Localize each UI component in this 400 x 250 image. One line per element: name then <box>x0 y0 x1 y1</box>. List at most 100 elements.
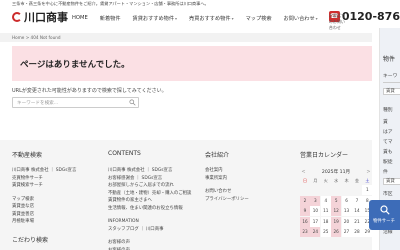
calendar-day-holiday: 23 <box>300 226 310 237</box>
calendar-heading: 営業日カレンダー <box>300 152 349 159</box>
footer-column-title: CONTENTS <box>108 150 141 157</box>
sidebar-label: 件 <box>383 170 388 175</box>
calendar-day-holiday: 16 <box>300 216 310 227</box>
calendar-day <box>342 185 352 195</box>
phone-sub-label: お電話でのお問い合わせ <box>328 13 345 30</box>
nav-item-1[interactable]: 新着物件 <box>94 15 127 22</box>
logo-mark-icon <box>12 12 22 22</box>
calendar-weekday: 日 <box>303 178 307 183</box>
phone-number: 0120-876 <box>341 10 400 23</box>
footer-link[interactable]: 賃貸検索サーチ <box>12 182 76 190</box>
breadcrumb: Home > 404 Not found <box>0 33 372 42</box>
footer-link[interactable]: 川口商事 株式会社 ｜ SDGs宣言 <box>108 167 191 175</box>
footer-link[interactable]: お客様の声 <box>108 247 191 250</box>
calendar-next-button[interactable]: > <box>365 169 372 175</box>
calendar-grid: 日月火水木金土 1 2 3 4 5 6 7 8 9 10 11 12 13 14 15 16 17 18 19 20 21… <box>300 177 373 237</box>
calendar-weekday: 木 <box>344 178 349 183</box>
sidebar-heading: 物件 <box>383 56 396 63</box>
footer-link[interactable]: 売買物件サーチ <box>12 175 76 183</box>
property-search-float-button[interactable]: 物件サーチ <box>369 200 400 230</box>
calendar-prev-button[interactable]: < <box>300 169 307 175</box>
sidebar-label: 種別 <box>383 108 393 113</box>
nav-item-2[interactable]: 賃貸おすすめ物件▾ <box>127 15 184 22</box>
footer-link[interactable]: 賃貸物件の家主さまへ <box>108 197 191 205</box>
calendar-day-holiday: 26 <box>331 226 342 237</box>
calendar-day: 27 <box>341 226 352 237</box>
main-nav: HOME 新着物件 賃貸おすすめ物件▾ 売買おすすめ物件▾ マップ検索 お問い合わせ▾ <box>66 15 324 22</box>
breadcrumb-text: Home > 404 Not found <box>12 35 61 40</box>
calendar-day <box>310 185 320 195</box>
calendar-day-holiday: 12 <box>331 206 342 217</box>
sidebar-select[interactable]: 賃貸 <box>383 178 400 185</box>
business-calendar: < 2025年 11月 > 日月火水木金土 1 2 3 4 5 6 7 8 9 10 11 12 13 14… <box>300 168 373 237</box>
magnifier-icon <box>379 205 390 215</box>
error-message: URLが変更された可能性がありますので検索で探してみてください。 <box>12 88 167 94</box>
page-title: ページはありませんでした。 <box>20 60 130 70</box>
footer-link[interactable]: スタッフブログ ｜ 川口商事 <box>108 226 191 234</box>
top-info-bar: 三条市・燕三条を中心に不動産物件をご紹介。賃貸アパート・マンション・店舗・事務所… <box>0 0 400 8</box>
footer-link[interactable]: 月極駐車場 <box>12 218 76 226</box>
calendar-weekday: 月 <box>313 178 318 183</box>
nav-item-4[interactable]: マップ検索 <box>240 15 278 22</box>
calendar-day: 13 <box>341 206 352 217</box>
calendar-day <box>300 185 310 195</box>
footer-link[interactable]: お客様感謝会 ｜ SDGs宣言 <box>108 175 191 183</box>
nav-item-label: 売買おすすめ物件 <box>189 16 231 22</box>
search-input[interactable]: キーワードを検索... <box>17 100 58 106</box>
sidebar-select[interactable]: 賃貸 <box>383 88 400 95</box>
sidebar-divider <box>383 82 400 83</box>
nav-item-3[interactable]: 売買おすすめ物件▾ <box>183 15 240 22</box>
footer-link[interactable]: 会社案内 <box>205 167 249 175</box>
calendar-day-holiday: 24 <box>310 226 321 237</box>
logo-text: 川口商事 <box>24 11 68 24</box>
search-icon[interactable] <box>129 99 136 106</box>
footer-link[interactable]: お問い合わせ <box>205 188 249 196</box>
calendar-day: 4 <box>320 195 331 206</box>
calendar-day: 14 <box>351 206 362 217</box>
calendar-day-holiday: 9 <box>300 206 310 217</box>
footer-link[interactable]: 川口商事 株式会社 ｜ SDGs宣言 <box>12 167 76 175</box>
calendar-day-holiday: 3 <box>310 195 321 206</box>
footer-link[interactable]: 生活情報、住まい関連のお役立ち情報 <box>108 205 191 213</box>
calendar-header: < 2025年 11月 > <box>300 168 372 176</box>
footer-link[interactable]: INFORMATION <box>108 218 191 226</box>
calendar-day: 25 <box>320 226 331 237</box>
calendar-month-label: 2025年 11月 <box>321 170 351 175</box>
phone-contact[interactable]: お電話でのお問い合わせ ☎ 0120-876 <box>328 10 400 30</box>
footer-extra-title: こだわり検索 <box>12 237 49 244</box>
footer-link[interactable]: 賃貸並な店 <box>12 203 76 211</box>
footer-column-title: 会社紹介 <box>205 152 230 159</box>
calendar-day: 20 <box>341 216 352 227</box>
search-field[interactable]: キーワードを検索... <box>12 97 139 108</box>
chevron-down-icon: ▾ <box>231 16 234 21</box>
top-info-text: 三条市・燕三条を中心に不動産物件をご紹介。賃貸アパート・マンション・店舗・事務所… <box>12 1 209 6</box>
sidebar-label: はア <box>383 130 393 135</box>
footer-link[interactable]: 事業所案内 <box>205 175 249 183</box>
calendar-day: 1 <box>362 185 373 196</box>
footer-link[interactable]: 賃貸並善店 <box>12 211 76 219</box>
calendar-day-holiday: 19 <box>331 216 342 227</box>
footer-link[interactable]: 不動産（土地・建物）売却・購入のご相談 <box>108 190 191 198</box>
calendar-day: 18 <box>320 216 331 227</box>
nav-item-0[interactable]: HOME <box>66 15 94 22</box>
chevron-down-icon: ▾ <box>315 16 318 21</box>
calendar-weekday: 金 <box>354 178 359 183</box>
calendar-day-holiday: 2 <box>300 195 310 206</box>
calendar-day: 28 <box>351 226 362 237</box>
calendar-day <box>352 185 362 195</box>
calendar-weekday: 土 <box>365 178 370 183</box>
sidebar-search-heading: キーワ <box>383 74 398 79</box>
footer-link[interactable]: マップ検索 <box>12 196 76 204</box>
footer-link[interactable]: お部屋探しからご入居までの流れ <box>108 182 191 190</box>
nav-item-5[interactable]: お問い合わせ▾ <box>278 15 324 22</box>
calendar-weekday: 水 <box>334 178 339 183</box>
calendar-day-holiday: 5 <box>331 195 342 206</box>
footer-link-list: 川口商事 株式会社 ｜ SDGs宣言 お客様感謝会 ｜ SDGs宣言 お部屋探しから… <box>108 167 191 250</box>
calendar-day <box>331 185 341 195</box>
footer-link[interactable]: プライバシーポリシー <box>205 196 249 204</box>
nav-item-label: お問い合わせ <box>283 16 315 22</box>
sidebar-label: てマ <box>383 140 393 145</box>
footer-link[interactable]: お客様の声 <box>108 239 191 247</box>
site-logo[interactable]: 川口商事 <box>12 10 68 24</box>
nav-item-label: 賃貸おすすめ物件 <box>132 16 175 22</box>
